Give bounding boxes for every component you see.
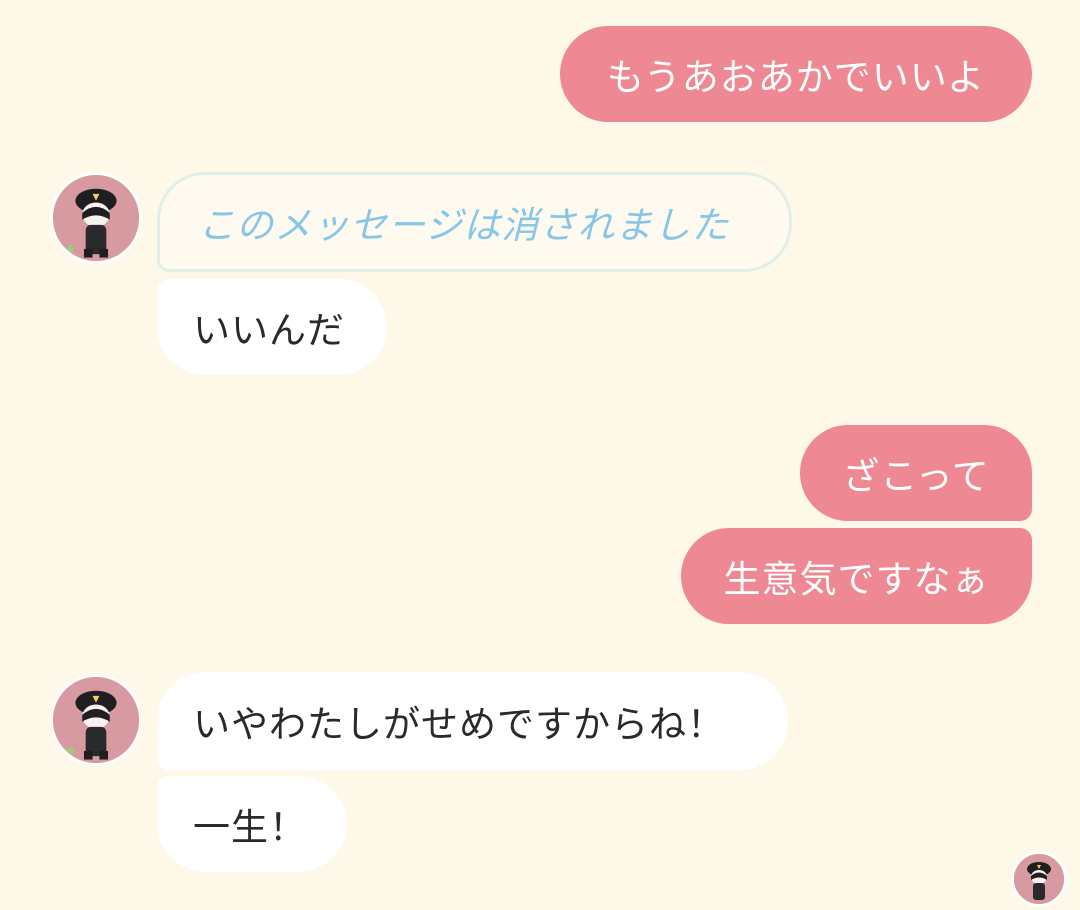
message-text: 生意気ですなぁ [723, 558, 990, 601]
deleted-message-text: このメッセージは消されました [198, 204, 730, 247]
message-text: 一生！ [193, 806, 307, 849]
incoming-message-bubble[interactable]: いやわたしがせめですからね！ [157, 672, 788, 770]
message-text: もうあおあかでいいよ [606, 56, 986, 99]
contact-avatar[interactable] [50, 172, 142, 264]
incoming-message-bubble[interactable]: 一生！ [157, 776, 347, 872]
chat-thread[interactable]: もうあおあかでいいよ このメッセージは消されました いいんだ ざこって 生意気で… [0, 0, 1080, 910]
outgoing-message-bubble[interactable]: 生意気ですなぁ [681, 528, 1032, 624]
incoming-message-bubble[interactable]: いいんだ [157, 279, 387, 375]
outgoing-message-bubble[interactable]: もうあおあかでいいよ [560, 26, 1032, 122]
message-text: いやわたしがせめですからね！ [193, 703, 725, 746]
contact-avatar[interactable] [50, 674, 142, 766]
message-text: いいんだ [193, 309, 345, 352]
avatar-icon [53, 677, 139, 763]
avatar-icon [53, 175, 139, 261]
message-text: ざこって [842, 455, 990, 498]
read-receipt-avatar [1011, 851, 1067, 907]
avatar-icon [1014, 854, 1064, 904]
deleted-message-bubble[interactable]: このメッセージは消されました [157, 172, 792, 272]
outgoing-message-bubble[interactable]: ざこって [800, 425, 1032, 521]
